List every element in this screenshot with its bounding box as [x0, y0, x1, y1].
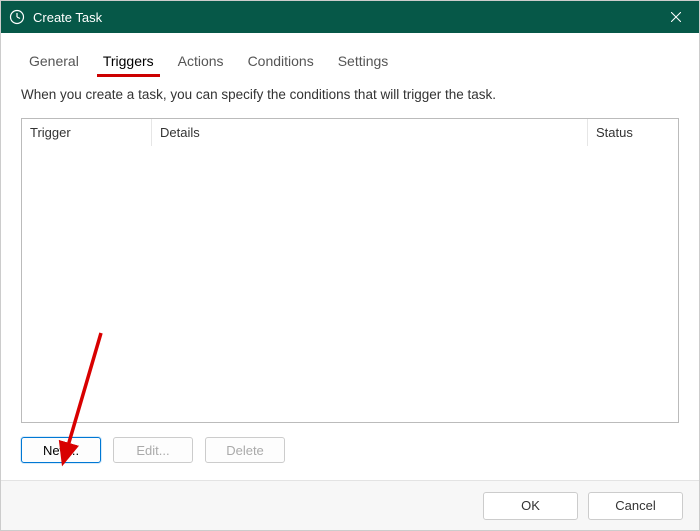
table-header: Trigger Details Status — [22, 119, 678, 147]
tab-bar: General Triggers Actions Conditions Sett… — [17, 47, 683, 77]
tab-label: Actions — [178, 53, 224, 69]
tab-triggers[interactable]: Triggers — [91, 47, 166, 77]
column-header-status[interactable]: Status — [588, 119, 678, 146]
edit-button[interactable]: Edit... — [113, 437, 193, 463]
tab-general[interactable]: General — [17, 47, 91, 77]
window-title: Create Task — [33, 10, 653, 25]
cancel-button[interactable]: Cancel — [588, 492, 683, 520]
column-header-trigger[interactable]: Trigger — [22, 119, 152, 146]
tab-label: Conditions — [248, 53, 314, 69]
tab-label: Triggers — [103, 53, 154, 69]
tab-label: Settings — [338, 53, 389, 69]
tab-description: When you create a task, you can specify … — [21, 87, 679, 102]
titlebar: Create Task — [1, 1, 699, 33]
ok-button[interactable]: OK — [483, 492, 578, 520]
tab-actions[interactable]: Actions — [166, 47, 236, 77]
dialog-footer: OK Cancel — [1, 480, 699, 530]
tab-settings[interactable]: Settings — [326, 47, 401, 77]
tab-conditions[interactable]: Conditions — [236, 47, 326, 77]
delete-button[interactable]: Delete — [205, 437, 285, 463]
trigger-actions-row: New... Edit... Delete — [21, 437, 679, 463]
close-button[interactable] — [653, 1, 699, 33]
triggers-table[interactable]: Trigger Details Status — [21, 118, 679, 423]
app-clock-icon — [9, 9, 25, 25]
tab-label: General — [29, 53, 79, 69]
column-header-details[interactable]: Details — [152, 119, 588, 146]
new-button[interactable]: New... — [21, 437, 101, 463]
